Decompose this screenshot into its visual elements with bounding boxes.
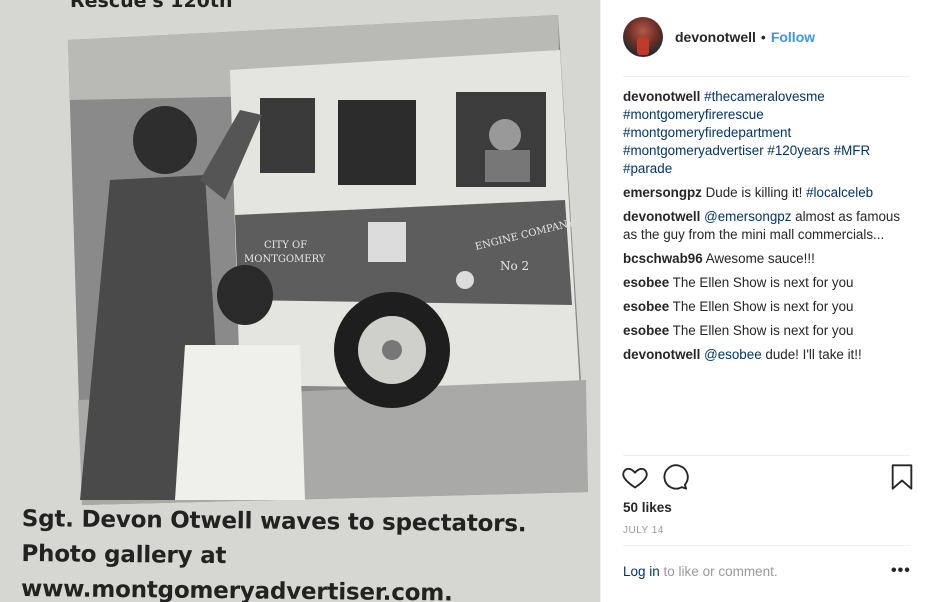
truck-text-montgomery: MONTGOMERY <box>244 254 326 265</box>
actions-divider <box>623 455 910 456</box>
comment-username[interactable]: devonotwell <box>623 209 700 224</box>
hashtag-link[interactable]: #montgomeryadvertiser <box>623 143 764 158</box>
post-image[interactable]: CITY OF MONTGOMERY ENGINE COMPANY No 2 R… <box>0 0 600 602</box>
comment-username[interactable]: bcschwab96 <box>623 251 703 266</box>
header-separator: • <box>760 29 766 45</box>
truck-text-number: No 2 <box>500 259 529 273</box>
action-bar <box>621 463 917 493</box>
post-side-panel: devonotwell • Follow devonotwell #thecam… <box>601 0 939 602</box>
comment-item: emersongpz Dude is killing it! #localcel… <box>623 184 915 202</box>
hashtag-link[interactable]: #MFR <box>834 143 870 158</box>
follow-button[interactable]: Follow <box>771 29 815 45</box>
comment-text: Dude is killing it! <box>705 185 807 200</box>
comment-item: devonotwell @esobee dude! I'll take it!! <box>623 346 915 364</box>
hashtag-link[interactable]: #thecameralovesme <box>704 89 825 104</box>
like-count[interactable]: 50 likes <box>623 500 672 515</box>
newspaper-header-clip: Rescue's 120th <box>70 0 233 12</box>
caption-comment: devonotwell #thecameralovesme #montgomer… <box>623 88 915 178</box>
comment-username[interactable]: esobee <box>623 299 669 314</box>
more-options-icon[interactable]: ••• <box>891 562 911 580</box>
comment-username[interactable]: esobee <box>623 275 669 290</box>
hashtag-link[interactable]: #montgomeryfirerescue <box>623 107 764 122</box>
mention-link[interactable]: @esobee <box>704 347 762 362</box>
avatar[interactable] <box>623 17 663 57</box>
comment-text: The Ellen Show is next for you <box>672 323 854 338</box>
hashtag-link[interactable]: #120years <box>767 143 830 158</box>
bookmark-icon[interactable] <box>889 463 915 496</box>
comment-item: bcschwab96 Awesome sauce!!! <box>623 250 915 268</box>
comment-username[interactable]: emersongpz <box>623 185 702 200</box>
hashtag-link[interactable]: #parade <box>623 161 672 176</box>
comment-icon[interactable] <box>661 463 689 496</box>
header-username[interactable]: devonotwell <box>675 29 756 45</box>
comment-username[interactable]: esobee <box>623 323 669 338</box>
comment-text: Awesome sauce!!! <box>705 251 815 266</box>
comment-item: esobee The Ellen Show is next for you <box>623 298 915 316</box>
post-header: devonotwell • Follow <box>623 17 815 57</box>
comment-text: dude! I'll take it!! <box>761 347 862 362</box>
footer-divider <box>623 545 910 546</box>
login-prompt: Log in to like or comment. <box>623 564 778 579</box>
comment-item: devonotwell @emersongpz almost as famous… <box>623 208 915 244</box>
heart-icon[interactable] <box>621 463 649 496</box>
comment-username[interactable]: devonotwell <box>623 347 700 362</box>
comment-text: The Ellen Show is next for you <box>672 299 854 314</box>
comment-item: esobee The Ellen Show is next for you <box>623 274 915 292</box>
hashtag-link[interactable]: #localceleb <box>806 185 873 200</box>
comment-username[interactable]: devonotwell <box>623 89 700 104</box>
mention-link[interactable]: @emersongpz <box>704 209 791 224</box>
comment-list: devonotwell #thecameralovesme #montgomer… <box>623 88 915 370</box>
comment-text: The Ellen Show is next for you <box>672 275 854 290</box>
post-date[interactable]: JULY 14 <box>623 525 664 536</box>
hashtag-link[interactable]: #montgomeryfiredepartment <box>623 125 791 140</box>
header-divider <box>623 76 910 77</box>
newspaper-caption: Sgt. Devon Otwell waves to spectators. P… <box>20 505 527 602</box>
login-link[interactable]: Log in <box>623 564 660 579</box>
login-suffix: to like or comment. <box>659 564 778 579</box>
comment-item: esobee The Ellen Show is next for you <box>623 322 915 340</box>
truck-text-city: CITY OF <box>264 240 307 251</box>
